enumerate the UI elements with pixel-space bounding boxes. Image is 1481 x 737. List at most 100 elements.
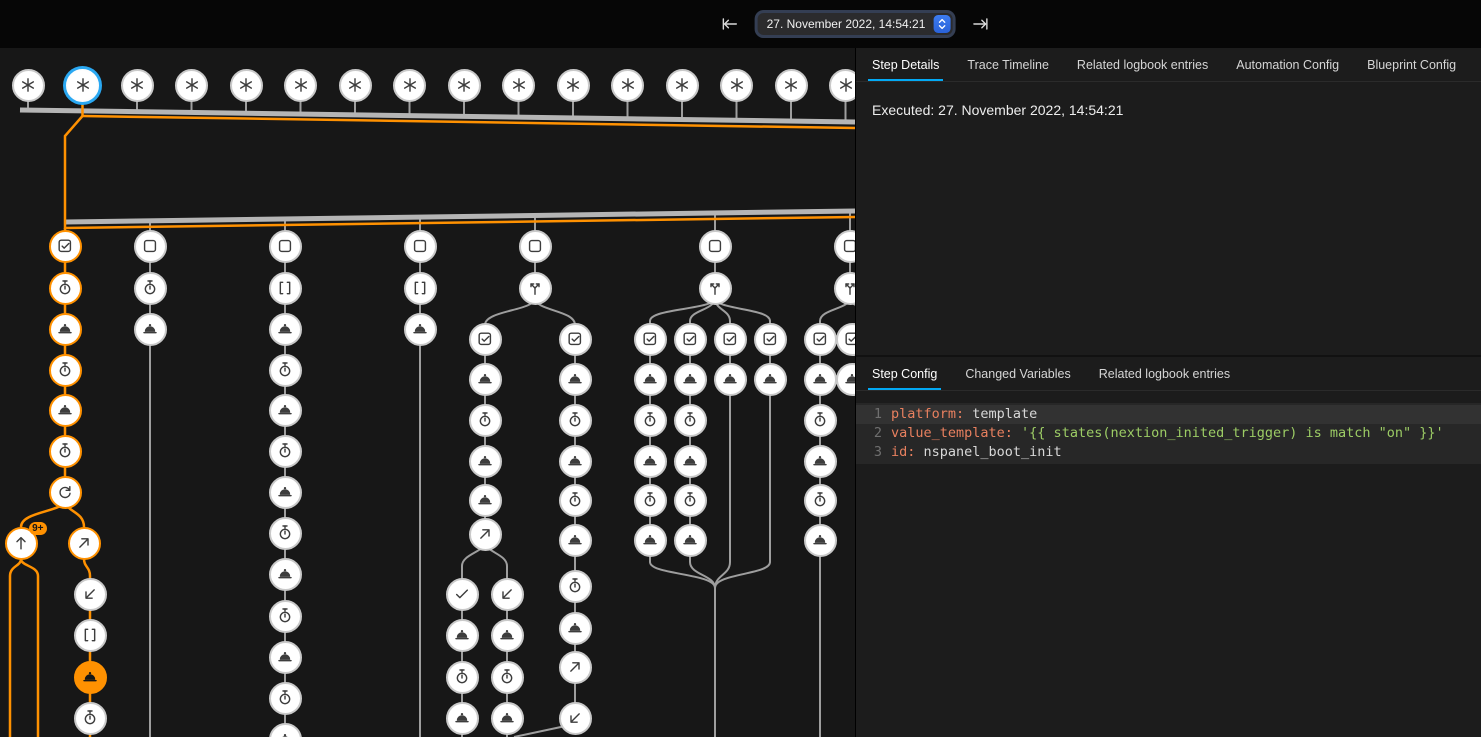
graph-node-bell[interactable] [269,394,302,427]
trace-picker[interactable]: 27. November 2022, 14:54:21 [758,13,953,35]
graph-node-bell[interactable] [634,363,667,396]
graph-node-condition[interactable] [559,323,592,356]
graph-node-split[interactable] [699,272,732,305]
graph-node-bell[interactable] [269,313,302,346]
graph-node-timer[interactable] [269,682,302,715]
graph-node-timer[interactable] [269,435,302,468]
graph-node-arrow-sw[interactable] [491,578,524,611]
graph-node-bell[interactable] [469,363,502,396]
graph-node-square[interactable] [134,230,167,263]
graph-node-bell[interactable] [714,363,747,396]
graph-node-bell[interactable] [446,619,479,652]
tab-blueprint-config[interactable]: Blueprint Config [1353,48,1470,81]
graph-node-timer[interactable] [49,354,82,387]
graph-node-bell[interactable] [491,619,524,652]
graph-node-bell[interactable] [269,558,302,591]
graph-node-condition[interactable] [674,323,707,356]
tab-automation-config[interactable]: Automation Config [1222,48,1353,81]
graph-node-bell[interactable] [674,363,707,396]
graph-node-condition[interactable] [469,323,502,356]
graph-node-bell[interactable] [559,524,592,557]
graph-node-asterisk[interactable] [611,69,644,102]
graph-node-condition[interactable] [804,323,837,356]
graph-node-timer[interactable] [469,404,502,437]
graph-node-condition[interactable] [634,323,667,356]
graph-node-brackets[interactable] [74,619,107,652]
graph-node-timer[interactable] [74,702,107,735]
graph-node-square[interactable] [519,230,552,263]
graph-node-repeat[interactable] [49,476,82,509]
tab-related-logbook-entries[interactable]: Related logbook entries [1063,48,1222,81]
graph-node-bell[interactable] [491,702,524,735]
graph-node-asterisk[interactable] [284,69,317,102]
graph-node-timer[interactable] [804,404,837,437]
tab-config-related-logbook-entries[interactable]: Related logbook entries [1085,357,1244,390]
graph-node-timer[interactable] [49,272,82,305]
graph-node-arrow-ne[interactable] [68,527,101,560]
graph-node-bell[interactable] [269,641,302,674]
tab-step-details[interactable]: Step Details [858,48,953,81]
graph-node-bell[interactable] [674,524,707,557]
graph-node-bell[interactable] [804,363,837,396]
graph-node-timer[interactable] [634,404,667,437]
graph-node-bell[interactable] [269,476,302,509]
graph-node-bell[interactable] [74,661,107,694]
graph-node-split[interactable] [834,272,856,305]
graph-node-bell[interactable] [469,445,502,478]
graph-node-asterisk[interactable] [393,69,426,102]
graph-node-arrow-ne[interactable] [559,651,592,684]
graph-node-asterisk[interactable] [121,69,154,102]
graph-node-bell[interactable] [446,702,479,735]
graph-node-bell[interactable] [836,363,856,396]
graph-node-square[interactable] [699,230,732,263]
graph-node-asterisk[interactable] [829,69,855,102]
graph-node-arrow-sw[interactable] [559,702,592,735]
graph-node-condition[interactable] [836,323,856,356]
graph-node-split[interactable] [519,272,552,305]
graph-node-arrow-sw[interactable] [74,578,107,611]
graph-node-timer[interactable] [269,600,302,633]
graph-node-square[interactable] [404,230,437,263]
graph-node-timer[interactable] [269,517,302,550]
graph-node-asterisk[interactable] [230,69,263,102]
graph-node-bell[interactable] [634,524,667,557]
graph-node-timer[interactable] [559,484,592,517]
graph-node-brackets[interactable] [269,272,302,305]
next-trace-button[interactable] [968,12,992,36]
graph-node-bell[interactable] [559,445,592,478]
graph-node-timer[interactable] [559,570,592,603]
graph-node-bell[interactable] [559,612,592,645]
graph-node-timer[interactable] [804,484,837,517]
graph-node-square[interactable] [834,230,856,263]
graph-node-bell[interactable] [49,313,82,346]
graph-node-bell[interactable] [804,524,837,557]
graph-node-arrow-up[interactable]: 9+ [5,527,38,560]
graph-node-timer[interactable] [634,484,667,517]
graph-node-bell[interactable] [674,445,707,478]
graph-node-asterisk[interactable] [775,69,808,102]
graph-node-timer[interactable] [559,404,592,437]
graph-node-bell[interactable] [134,313,167,346]
graph-node-asterisk[interactable] [66,69,99,102]
graph-node-condition[interactable] [49,230,82,263]
graph-node-timer[interactable] [134,272,167,305]
graph-node-brackets[interactable] [404,272,437,305]
tab-trace-timeline[interactable]: Trace Timeline [953,48,1063,81]
tab-step-config[interactable]: Step Config [858,357,951,390]
graph-node-timer[interactable] [446,661,479,694]
graph-node-condition[interactable] [754,323,787,356]
graph-node-bell[interactable] [469,484,502,517]
graph-node-bell[interactable] [754,363,787,396]
graph-node-timer[interactable] [269,354,302,387]
graph-node-bell[interactable] [559,363,592,396]
graph-node-bell[interactable] [404,313,437,346]
graph-node-condition[interactable] [714,323,747,356]
graph-node-timer[interactable] [49,435,82,468]
yaml-editor[interactable]: 1 platform: template 2 value_template: '… [856,403,1481,464]
graph-node-asterisk[interactable] [175,69,208,102]
graph-node-bell[interactable] [269,723,302,737]
graph-node-check[interactable] [446,578,479,611]
graph-node-bell[interactable] [804,445,837,478]
graph-node-bell[interactable] [49,394,82,427]
graph-node-asterisk[interactable] [502,69,535,102]
